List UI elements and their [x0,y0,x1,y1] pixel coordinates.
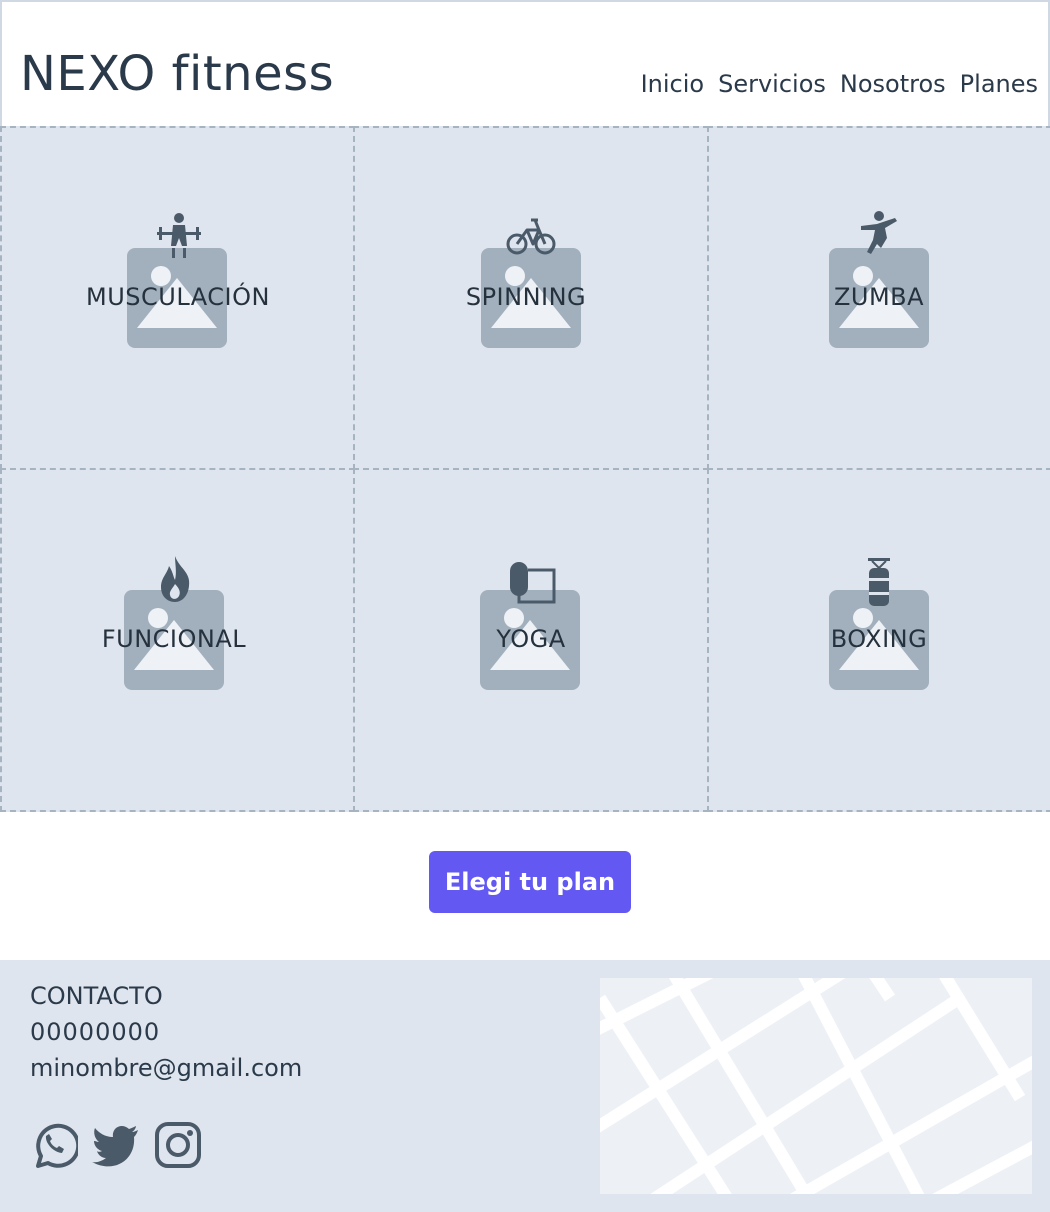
brand-logo-text[interactable]: NEXO fitness [20,46,334,102]
activity-card-zumba[interactable]: ZUMBA [707,126,1050,470]
map-streets-graphic [600,978,1032,1194]
activity-label: BOXING [830,625,928,653]
contact-title: CONTACTO [30,982,163,1010]
activity-label: MUSCULACIÓN [86,283,270,311]
twitter-icon[interactable] [92,1120,140,1170]
instagram-icon[interactable] [154,1120,202,1170]
activity-card-yoga[interactable]: YOGA [353,468,709,812]
activity-card-spinning[interactable]: SPINNING [353,126,709,470]
weightlifting-icon [157,213,201,258]
bicycle-icon [506,218,556,255]
activity-label: SPINNING [465,283,587,311]
social-links [30,1120,202,1170]
site-footer: CONTACTO 00000000 minombre@gmail.com [0,960,1050,1212]
yoga-mat-icon [510,562,556,604]
nav-link-inicio[interactable]: Inicio [641,70,705,98]
activity-label: YOGA [496,625,566,653]
whatsapp-icon[interactable] [30,1120,78,1170]
activity-label: ZUMBA [833,283,925,311]
site-header: NEXO fitness Inicio Servicios Nosotros P… [0,0,1050,126]
activities-grid: MUSCULACIÓN SPINNING ZUMBA FUNCIONAL YOG… [0,126,1050,812]
fire-icon [161,556,190,602]
map-placeholder[interactable] [600,978,1032,1194]
dancing-icon [861,211,897,254]
cta-section: Elegi tu plan [0,810,1050,960]
activity-card-musculacion[interactable]: MUSCULACIÓN [0,126,355,470]
activity-card-funcional[interactable]: FUNCIONAL [0,468,355,812]
nav-link-servicios[interactable]: Servicios [718,70,826,98]
activity-label: FUNCIONAL [101,625,247,653]
contact-phone[interactable]: 00000000 [30,1018,160,1046]
nav-link-planes[interactable]: Planes [960,70,1038,98]
contact-email[interactable]: minombre@gmail.com [30,1054,302,1082]
choose-plan-button[interactable]: Elegi tu plan [429,851,631,913]
nav-link-nosotros[interactable]: Nosotros [840,70,946,98]
punching-bag-icon [868,558,890,606]
activity-card-boxing[interactable]: BOXING [707,468,1050,812]
main-nav: Inicio Servicios Nosotros Planes [641,70,1038,98]
